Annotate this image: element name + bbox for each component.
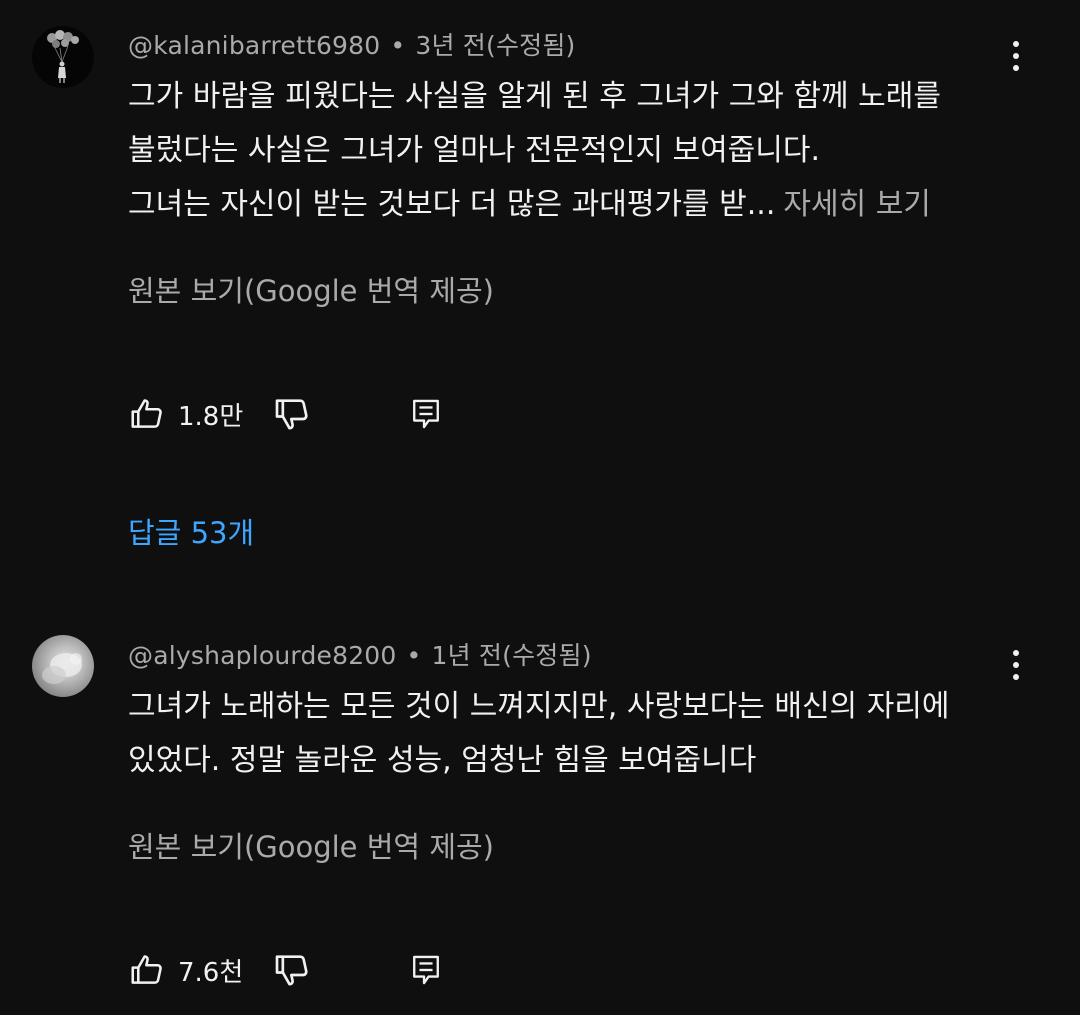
comment-actions: 1.8만	[128, 392, 528, 436]
comment-text-truncated: 그녀는 자신이 받는 것보다 더 많은 과대평가를 받...	[128, 187, 776, 222]
comment-text-line: 그녀가 노래하는 모든 것이 느껴지지만, 사랑보다는 배신의 자리에	[128, 689, 950, 724]
reply-button[interactable]	[410, 948, 442, 992]
like-count: 1.8만	[178, 401, 244, 432]
comment-text-line: 불렀다는 사실은 그녀가 얼마나 전문적인지 보여줍니다.	[128, 133, 821, 168]
comment-time: 1년 전(수정됨)	[431, 641, 592, 670]
like-button[interactable]: 7.6천	[128, 948, 243, 992]
comment-text: 그가 바람을 피웠다는 사실을 알게 된 후 그녀가 그와 함께 노래를 불렀다…	[128, 70, 1028, 232]
avatar[interactable]	[32, 635, 94, 697]
thumbs-down-icon	[275, 399, 308, 430]
dislike-button[interactable]	[272, 948, 312, 992]
reply-button[interactable]	[410, 392, 442, 436]
read-more-link[interactable]: 자세히 보기	[783, 187, 931, 222]
avatar-image	[47, 30, 79, 83]
comment-text: 그녀가 노래하는 모든 것이 느껴지지만, 사랑보다는 배신의 자리에 있었다.…	[128, 680, 1028, 788]
avatar[interactable]	[32, 26, 94, 88]
meta-separator: •	[406, 641, 422, 670]
comment-actions: 7.6천	[128, 948, 528, 992]
like-button[interactable]: 1.8만	[128, 392, 243, 436]
comment-text-line-last: 그녀는 자신이 받는 것보다 더 많은 과대평가를 받... 자세히 보기	[128, 178, 1028, 232]
comment-time: 3년 전(수정됨)	[415, 31, 576, 60]
comment-author[interactable]: @kalanibarrett6980	[128, 31, 380, 60]
thumbs-up-icon	[131, 955, 162, 984]
meta-separator: •	[390, 31, 406, 60]
comment-author[interactable]: @alyshaplourde8200	[128, 641, 397, 670]
thumbs-down-icon	[275, 955, 308, 986]
reply-icon	[413, 955, 439, 985]
comment-text-line: 그가 바람을 피웠다는 사실을 알게 된 후 그녀가 그와 함께 노래를	[128, 79, 941, 114]
thumbs-up-icon	[131, 399, 162, 428]
view-original-link[interactable]: 원본 보기(Google 번역 제공)	[128, 268, 494, 310]
reply-icon	[413, 399, 439, 429]
dislike-button[interactable]	[272, 392, 312, 436]
comment-meta: @kalanibarrett6980 • 3년 전(수정됨)	[128, 26, 576, 62]
avatar-image	[42, 653, 82, 684]
comment-text-line: 있었다. 정말 놀라운 성능, 엄청난 힘을 보여줍니다	[128, 743, 757, 778]
view-original-link[interactable]: 원본 보기(Google 번역 제공)	[128, 824, 494, 866]
replies-button[interactable]: 답글 53개	[128, 510, 254, 552]
comment-meta: @alyshaplourde8200 • 1년 전(수정됨)	[128, 636, 592, 672]
like-count: 7.6천	[178, 957, 244, 988]
